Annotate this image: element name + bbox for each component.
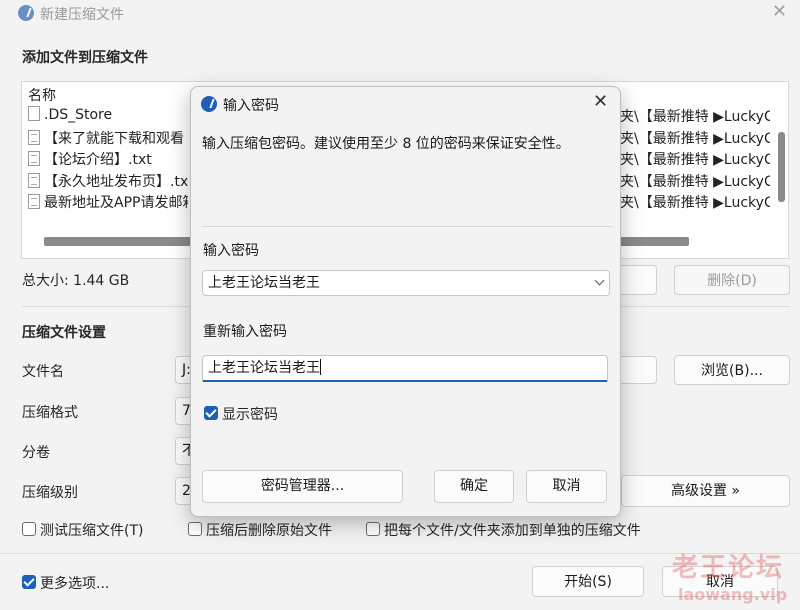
dialog-cancel-button[interactable]: 取消 [526, 470, 607, 503]
window-title: 新建压缩文件 [40, 7, 124, 23]
confirm-password-label: 重新输入密码 [203, 324, 287, 340]
watermark-text: 老王论坛 [672, 553, 785, 583]
filename-label: 文件名 [22, 364, 64, 380]
format-label: 压缩格式 [22, 405, 78, 421]
watermark-url: laowang.vip [678, 585, 788, 604]
more-options-label: 更多选项... [40, 576, 110, 592]
total-size-label: 总大小: 1.44 GB [22, 273, 130, 289]
dialog-title: 输入密码 [223, 98, 279, 114]
divider [202, 226, 612, 227]
password-value: 上老王论坛当老王 [208, 275, 320, 291]
name-column-header[interactable]: 名称 [28, 85, 56, 105]
window-titlebar: 新建压缩文件 ✕ [0, 0, 800, 30]
window-close-icon[interactable]: ✕ [772, 1, 787, 22]
test-archive-checkbox[interactable] [22, 522, 36, 536]
app-logo-icon [201, 96, 217, 112]
show-password-checkbox[interactable] [204, 406, 218, 420]
archive-settings-title: 压缩文件设置 [22, 325, 106, 341]
confirm-password-value: 上老王论坛当老王 [208, 360, 320, 376]
app-logo-icon [18, 5, 34, 21]
test-archive-label: 测试压缩文件(T) [40, 523, 144, 539]
delete-after-label: 压缩后删除原始文件 [206, 523, 332, 539]
delete-button[interactable]: 删除(D) [674, 265, 790, 295]
text-file-icon [28, 194, 40, 209]
dialog-close-icon[interactable]: ✕ [593, 91, 608, 112]
file-path: 夹\【最新推特 ▶LuckyC [620, 109, 770, 125]
list-item[interactable]: .DS_Store [28, 106, 188, 127]
password-combobox[interactable]: 上老王论坛当老王 [202, 270, 610, 296]
list-item[interactable]: 【来了就能下载和观看 [28, 128, 188, 149]
file-name: 最新地址及APP请发邮箱 [44, 195, 188, 211]
split-label: 分卷 [22, 445, 50, 461]
dialog-message: 输入压缩包密码。建议使用至少 8 位的密码来保证安全性。 [202, 136, 570, 152]
file-name: 【论坛介绍】.txt [44, 152, 152, 168]
vertical-scrollbar[interactable] [778, 132, 785, 202]
ok-button[interactable]: 确定 [434, 470, 514, 503]
show-password-label: 显示密码 [222, 407, 278, 423]
text-file-icon [28, 130, 40, 145]
chevron-down-icon[interactable] [594, 275, 605, 286]
password-label: 输入密码 [203, 243, 259, 259]
text-caret [320, 359, 321, 375]
file-path: 夹\【最新推特 ▶LuckyC [620, 152, 770, 168]
file-name: .DS_Store [44, 107, 113, 123]
start-button[interactable]: 开始(S) [532, 566, 644, 597]
add-files-section-title: 添加文件到压缩文件 [22, 50, 148, 66]
password-dialog: 输入密码 ✕ 输入压缩包密码。建议使用至少 8 位的密码来保证安全性。 输入密码… [190, 86, 621, 517]
blank-file-icon [28, 106, 40, 121]
more-options-checkbox[interactable] [22, 575, 36, 589]
list-item[interactable]: 【永久地址发布页】.txt [28, 171, 188, 192]
delete-after-checkbox[interactable] [188, 522, 202, 536]
password-manager-button[interactable]: 密码管理器... [202, 470, 403, 503]
list-item[interactable]: 最新地址及APP请发邮箱 [28, 192, 188, 213]
text-file-icon [28, 173, 40, 188]
text-file-icon [28, 151, 40, 166]
separate-archives-label: 把每个文件/文件夹添加到单独的压缩文件 [384, 523, 641, 539]
level-label: 压缩级别 [22, 485, 78, 501]
advanced-settings-button[interactable]: 高级设置 » [621, 475, 790, 507]
list-item[interactable]: 【论坛介绍】.txt [28, 149, 188, 170]
file-path: 夹\【最新推特 ▶LuckyC [620, 174, 770, 190]
confirm-password-input[interactable]: 上老王论坛当老王 [202, 355, 608, 382]
separate-archives-checkbox[interactable] [366, 522, 380, 536]
file-name: 【永久地址发布页】.txt [44, 174, 188, 190]
browse-button[interactable]: 浏览(B)... [674, 355, 790, 385]
file-name: 【来了就能下载和观看 [44, 131, 184, 147]
file-path: 夹\【最新推特 ▶LuckyC [620, 195, 770, 211]
file-path: 夹\【最新推特 ▶LuckyC [620, 131, 770, 147]
